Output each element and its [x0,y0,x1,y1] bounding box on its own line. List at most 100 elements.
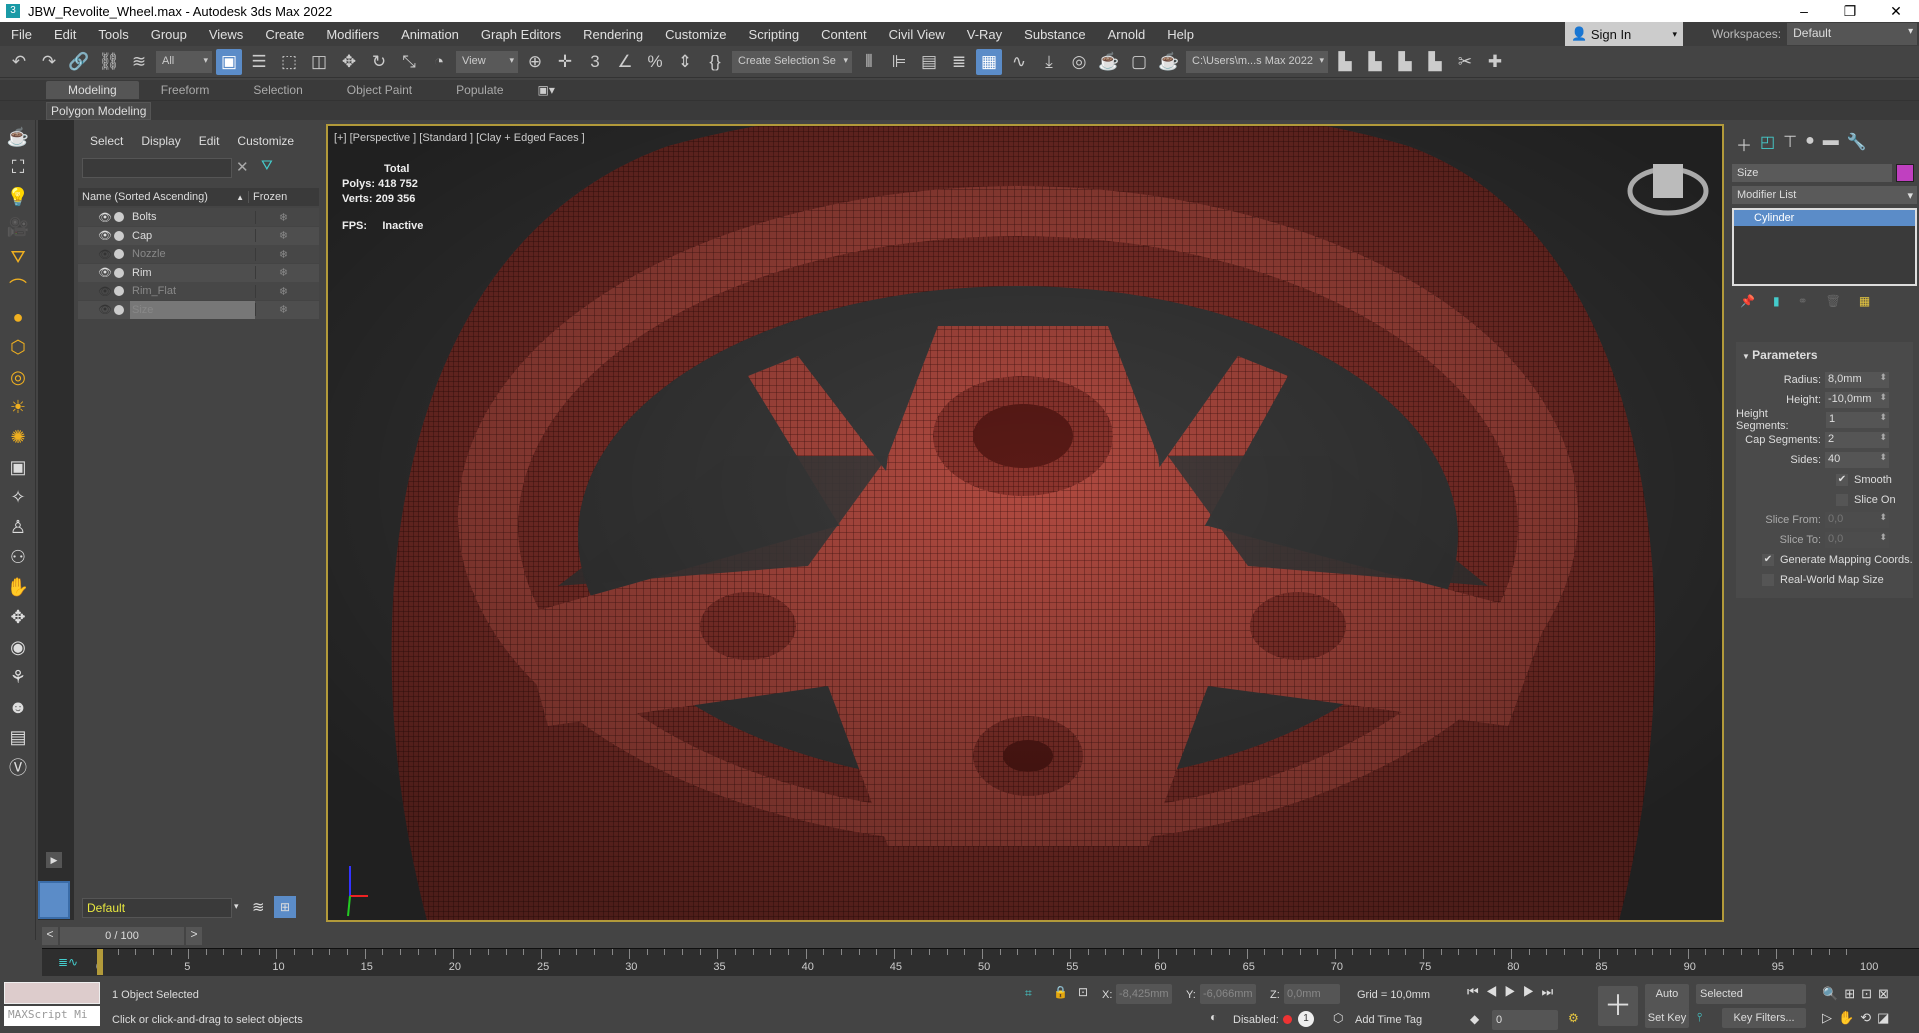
set-key-button[interactable]: Set Key [1645,1008,1689,1028]
pan-icon[interactable]: ✋ [1838,1010,1860,1025]
zoom-all-icon[interactable]: ⊞ [1844,986,1861,1001]
menu-customize[interactable]: Customize [654,27,737,42]
undo-icon[interactable]: ↶ [6,49,32,75]
shader-icon[interactable]: ⚘ [4,664,32,690]
render-toggle-icon[interactable] [114,249,124,259]
rect-selection-icon[interactable]: ⬚ [276,49,302,75]
keyboard-shortcut-icon[interactable]: ✛ [552,49,578,75]
box-icon[interactable]: ▣ [4,454,32,480]
set-key-mode-button[interactable]: ＋ [1598,986,1638,1026]
explorer-search-input[interactable] [82,158,232,178]
select-object-icon[interactable]: ▣ [216,48,242,75]
ribbon-tab-selection[interactable]: Selection [231,81,324,99]
populate-icon[interactable]: ⚇ [4,544,32,570]
smooth-checkbox[interactable]: ✔ Smooth [1736,470,1913,490]
scale-icon[interactable]: ⤡ [396,49,422,75]
frozen-snowflake-icon[interactable]: ❄ [255,284,311,298]
ribbon-tab-freeform[interactable]: Freeform [139,81,232,99]
adaptive-degradation-icon[interactable]: ◐ [1210,1010,1217,1024]
zoom-extents-all-icon[interactable]: ⊠ [1878,986,1895,1001]
previous-key-icon[interactable]: ◀ [1486,984,1505,999]
param-spinner[interactable]: -10,0mm [1825,392,1889,408]
move-icon[interactable]: ✥ [336,49,362,75]
menu-modifiers[interactable]: Modifiers [315,27,390,42]
asset-tracker-icon[interactable]: ▙ [1422,49,1448,75]
project-icon[interactable]: ▙ [1332,49,1358,75]
minimize-button[interactable]: – [1781,0,1827,22]
object-name[interactable]: Rim_Flat [130,282,255,300]
menu-arnold[interactable]: Arnold [1097,27,1157,42]
frozen-snowflake-icon[interactable]: ❄ [255,266,311,279]
add-time-tag-button[interactable]: Add Time Tag [1355,1014,1422,1026]
clear-search-icon[interactable]: ✕ [236,158,249,176]
material-editor-icon[interactable]: ◎ [1066,49,1092,75]
menu-file[interactable]: File [0,27,43,42]
geosphere-icon[interactable]: ⬡ [4,334,32,360]
workspace-dropdown[interactable]: Default [1787,23,1918,45]
render-icon[interactable]: ☕ [1156,49,1182,75]
rendered-frame-icon[interactable]: ▢ [1126,49,1152,75]
sphere-icon[interactable]: ● [4,304,32,330]
time-cursor[interactable] [97,949,103,975]
redo-icon[interactable]: ↷ [36,49,62,75]
sun-icon[interactable]: ☀ [4,394,32,420]
play-icon[interactable]: ▶ [1504,984,1523,999]
object-name[interactable]: Rim [130,264,255,282]
hierarchy-tab-icon[interactable]: ⊤ [1783,132,1797,156]
param-spinner[interactable]: 2 [1825,432,1889,448]
z-coordinate-field[interactable]: 0,0mm [1284,984,1340,1004]
spacewarp-icon[interactable]: ⌒ [4,274,32,300]
x-coordinate-field[interactable]: -8,425mm [1116,984,1172,1004]
remove-modifier-icon[interactable]: 🗑 [1826,294,1841,308]
scene-explorer-icon[interactable]: ▦ [976,48,1002,75]
explorer-row[interactable]: 👁 Rim_Flat ❄ [78,282,319,300]
explorer-menu-display[interactable]: Display [141,134,180,148]
menu-substance[interactable]: Substance [1013,27,1096,42]
real-world-map-checkbox[interactable]: Real-World Map Size [1736,570,1913,590]
zoom-icon[interactable]: 🔍 [1822,986,1844,1001]
pivot-icon[interactable]: ⊕ [522,49,548,75]
ribbon-tab-object-paint[interactable]: Object Paint [325,81,434,99]
spinner-snap-icon[interactable]: ⇕ [672,49,698,75]
unknown-icon-1[interactable]: ✂ [1452,49,1478,75]
particle-icon[interactable]: ✧ [4,484,32,510]
visibility-eye-icon[interactable]: 👁 [98,248,112,261]
go-to-start-icon[interactable]: ⏮ [1467,984,1486,999]
expand-arrow-icon[interactable]: ▶ [46,852,62,868]
visibility-eye-icon[interactable]: 👁 [98,285,112,298]
edit-named-sel-icon[interactable]: {} [702,49,728,75]
y-coordinate-field[interactable]: -6,066mm [1200,984,1256,1004]
create-icon[interactable]: ⛶ [4,154,32,180]
link-icon[interactable]: 🔗 [66,49,92,75]
timeline-track[interactable]: ≣∿ 0510152025303540455055606570758085909… [42,948,1919,976]
rotate-icon[interactable]: ↻ [366,49,392,75]
render-toggle-icon[interactable] [114,304,124,315]
close-button[interactable]: ✕ [1873,0,1919,22]
show-end-result-icon[interactable]: ▮ [1773,294,1780,308]
explorer-row[interactable]: 👁 Nozzle ❄ [78,245,319,263]
sunlight-icon[interactable]: ✺ [4,424,32,450]
slice-from-spinner[interactable]: 0,0 [1825,512,1889,528]
hand-icon[interactable]: ✋ [4,574,32,600]
time-slider[interactable]: < 0 / 100 > [42,927,202,945]
modify-tab-icon[interactable]: ◰ [1760,132,1775,156]
viewport-label[interactable]: [+] [Perspective ] [Standard ] [Clay + E… [334,132,585,144]
torus-icon[interactable]: ◎ [4,364,32,390]
pin-stack-icon[interactable]: 📌 [1740,294,1755,308]
param-spinner[interactable]: 8,0mm [1825,372,1889,388]
select-by-name-icon[interactable]: ☰ [246,49,272,75]
menu-v-ray[interactable]: V-Ray [956,27,1013,42]
ribbon-options-icon[interactable]: ▣▾ [538,83,555,97]
move-tool-icon[interactable]: ✥ [4,604,32,630]
unknown-icon-2[interactable]: ✚ [1482,49,1508,75]
lock-selection-icon[interactable]: 🔒 [1053,985,1068,999]
layer-swatch[interactable] [38,881,70,919]
frozen-snowflake-icon[interactable]: ❄ [255,229,311,242]
menu-civil-view[interactable]: Civil View [878,27,956,42]
explorer-row[interactable]: 👁 Bolts ❄ [78,208,319,226]
menu-animation[interactable]: Animation [390,27,470,42]
key-filters-button[interactable]: Key Filters... [1722,1008,1806,1028]
unlink-icon[interactable]: ⛓ [96,49,122,75]
explorer-menu-edit[interactable]: Edit [199,134,220,148]
render-setup-icon[interactable]: ☕ [1096,49,1122,75]
